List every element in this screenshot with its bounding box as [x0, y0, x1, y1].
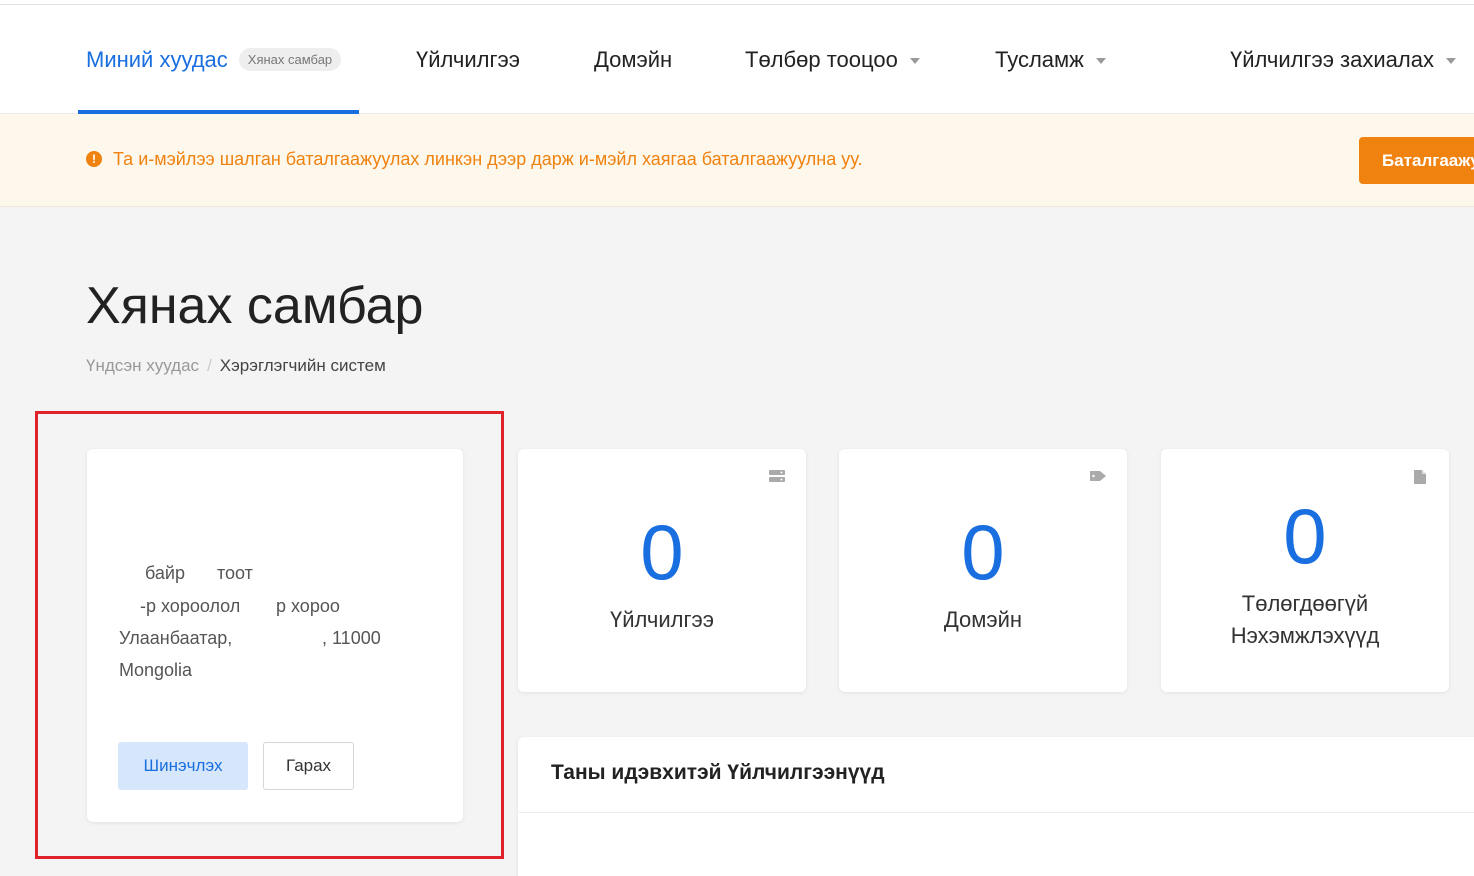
nav-order-label: Үйлчилгээ захиалах — [1230, 46, 1434, 72]
panel-divider — [518, 812, 1474, 813]
stat-services-count: 0 — [640, 508, 684, 596]
breadcrumb: Үндсэн хуудас / Хэрэглэгчийн систем — [86, 356, 386, 376]
active-services-title: Таны идэвхитэй Үйлчилгээнүүд — [551, 761, 885, 784]
stat-card-services[interactable]: 0 Үйлчилгээ — [518, 449, 806, 692]
alert-message: Та и-мэйлээ шалган баталгаажуулах линкэн… — [113, 149, 863, 169]
verify-email-button[interactable]: Баталгаажуулах — [1359, 137, 1474, 184]
breadcrumb-current: Хэрэглэгчийн систем — [219, 356, 386, 375]
caret-down-icon — [909, 57, 920, 64]
main-navbar: Миний хуудас Хянах самбар Үйлчилгээ Домэ… — [0, 5, 1474, 114]
stat-invoices-count: 0 — [1283, 492, 1327, 580]
stat-services-label: Үйлчилгээ — [610, 607, 714, 632]
stat-card-domains[interactable]: 0 Домэйн — [839, 449, 1127, 692]
breadcrumb-home-link[interactable]: Үндсэн хуудас — [86, 356, 199, 375]
nav-services[interactable]: Үйлчилгээ — [416, 5, 520, 114]
exclamation-circle-icon: ! — [86, 151, 102, 167]
caret-down-icon — [1445, 57, 1456, 64]
stat-card-invoices[interactable]: 0 Төлөгдөөгүй Нэхэмжлэхүүд — [1161, 449, 1449, 692]
nav-domains-label: Домэйн — [594, 46, 673, 72]
nav-billing-label: Төлбөр тооцоо — [745, 46, 898, 72]
nav-services-label: Үйлчилгээ — [416, 46, 520, 72]
active-services-panel: Таны идэвхитэй Үйлчилгээнүүд — [518, 737, 1474, 876]
server-icon — [769, 470, 785, 482]
nav-my-page[interactable]: Миний хуудас Хянах самбар — [86, 5, 342, 114]
nav-billing[interactable]: Төлбөр тооцоо — [745, 5, 920, 114]
nav-support-label: Тусламж — [995, 46, 1084, 72]
nav-order[interactable]: Үйлчилгээ захиалах — [1230, 5, 1456, 114]
stat-domains-label: Домэйн — [943, 607, 1023, 632]
nav-domains[interactable]: Домэйн — [594, 5, 672, 114]
stat-domains-count: 0 — [961, 508, 1005, 596]
file-icon — [1414, 470, 1426, 484]
stat-invoices-label-line1: Төлөгдөөгүй — [1241, 591, 1369, 616]
nav-dashboard-badge: Хянах самбар — [238, 48, 342, 71]
nav-support[interactable]: Тусламж — [995, 5, 1106, 114]
page-title: Хянах самбар — [86, 277, 424, 335]
tag-icon — [1090, 471, 1106, 481]
caret-down-icon — [1095, 57, 1106, 64]
highlight-box — [35, 411, 504, 859]
stat-invoices-label-line2: Нэхэмжлэхүүд — [1230, 623, 1380, 648]
nav-my-page-label: Миний хуудас — [86, 46, 228, 72]
breadcrumb-separator: / — [207, 356, 212, 375]
